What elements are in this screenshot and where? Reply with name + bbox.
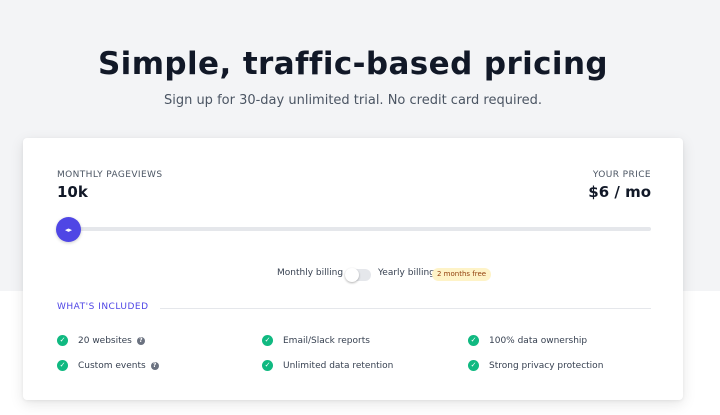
feature-label: Custom events	[78, 360, 146, 371]
pageviews-value: 10k	[57, 183, 88, 201]
feature-label: 20 websites	[78, 335, 132, 346]
pageviews-label: MONTHLY PAGEVIEWS	[57, 170, 163, 180]
page-subtitle: Sign up for 30-day unlimited trial. No c…	[163, 93, 543, 108]
question-circle-icon[interactable]: ?	[150, 361, 159, 370]
included-divider	[160, 308, 651, 309]
feature-label: Email/Slack reports	[283, 335, 370, 346]
feature-label: 100% data ownership	[489, 335, 588, 346]
feature-item: ✓ Strong privacy protection	[468, 360, 603, 371]
page-title: Simple, traffic-based pricing	[97, 46, 609, 82]
feature-item: ✓ Email/Slack reports	[262, 335, 370, 346]
yearly-discount-badge: 2 months free	[432, 268, 492, 281]
monthly-billing-label: Monthly billing	[277, 268, 344, 278]
yearly-billing-label: Yearly billing	[378, 268, 435, 278]
feature-label: Strong privacy protection	[489, 360, 604, 371]
check-circle-icon: ✓	[262, 360, 273, 371]
feature-label: Unlimited data retention	[283, 360, 394, 371]
billing-toggle[interactable]	[345, 268, 371, 282]
feature-item: ✓ 100% data ownership	[468, 335, 587, 346]
price-label: YOUR PRICE	[592, 170, 651, 180]
billing-toggle-knob	[345, 268, 359, 282]
check-circle-icon: ✓	[57, 360, 68, 371]
check-circle-icon: ✓	[57, 335, 68, 346]
arrows-horizontal-icon: ◂▸	[64, 225, 73, 234]
check-circle-icon: ✓	[262, 335, 273, 346]
included-heading: WHAT'S INCLUDED	[57, 302, 149, 312]
check-circle-icon: ✓	[468, 335, 479, 346]
price-value: $6 / mo	[588, 183, 651, 201]
feature-item: ✓ Unlimited data retention	[262, 360, 393, 371]
pageviews-slider-thumb[interactable]: ◂▸	[56, 217, 81, 242]
pricing-card: MONTHLY PAGEVIEWS 10k YOUR PRICE $6 / mo…	[23, 138, 683, 400]
question-circle-icon[interactable]: ?	[136, 336, 145, 345]
pageviews-slider-track[interactable]	[57, 227, 651, 231]
check-circle-icon: ✓	[468, 360, 479, 371]
feature-item: ✓ 20 websites ?	[57, 335, 145, 346]
feature-item: ✓ Custom events ?	[57, 360, 159, 371]
